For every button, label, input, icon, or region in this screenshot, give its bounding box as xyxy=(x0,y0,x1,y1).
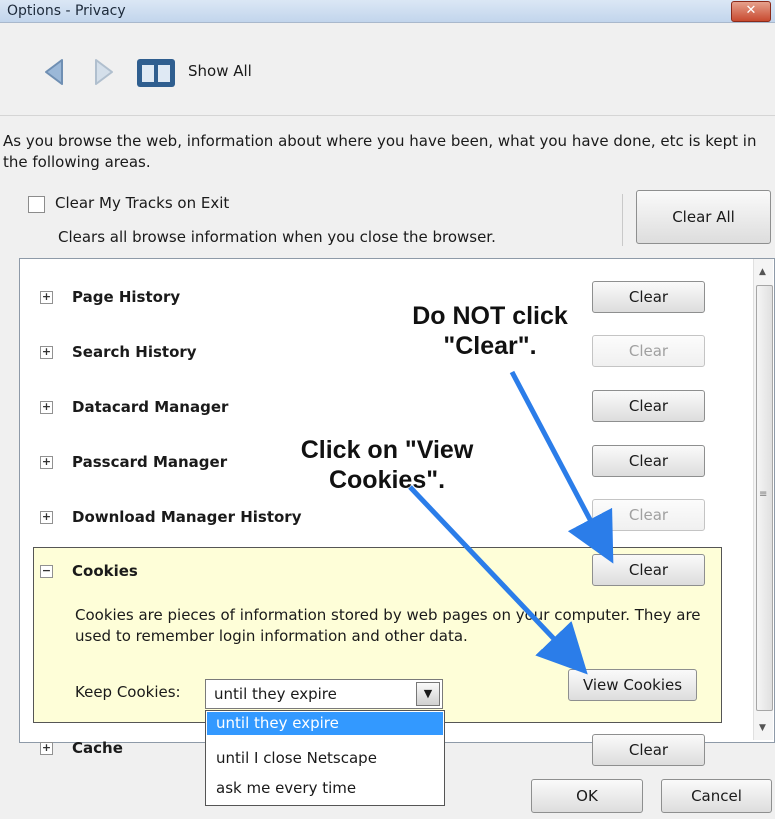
annotation-do-not-click: Do NOT click "Clear". xyxy=(412,302,568,360)
dropdown-option[interactable]: until they expire xyxy=(207,712,443,735)
annotation-click-view-cookies: Click on "View Cookies". xyxy=(300,436,474,494)
dropdown-option[interactable]: until I close Netscape xyxy=(207,747,443,770)
arrow-to-clear xyxy=(509,370,614,564)
annotation-arrows xyxy=(408,370,614,675)
dropdown-option[interactable]: ask me every time xyxy=(207,777,443,800)
arrow-to-view-cookies xyxy=(408,485,588,675)
options-privacy-window: Options - Privacy ✕ Show All As you brow… xyxy=(0,0,775,819)
keep-cookies-dropdown: until they expire until I close Netscape… xyxy=(205,710,445,806)
